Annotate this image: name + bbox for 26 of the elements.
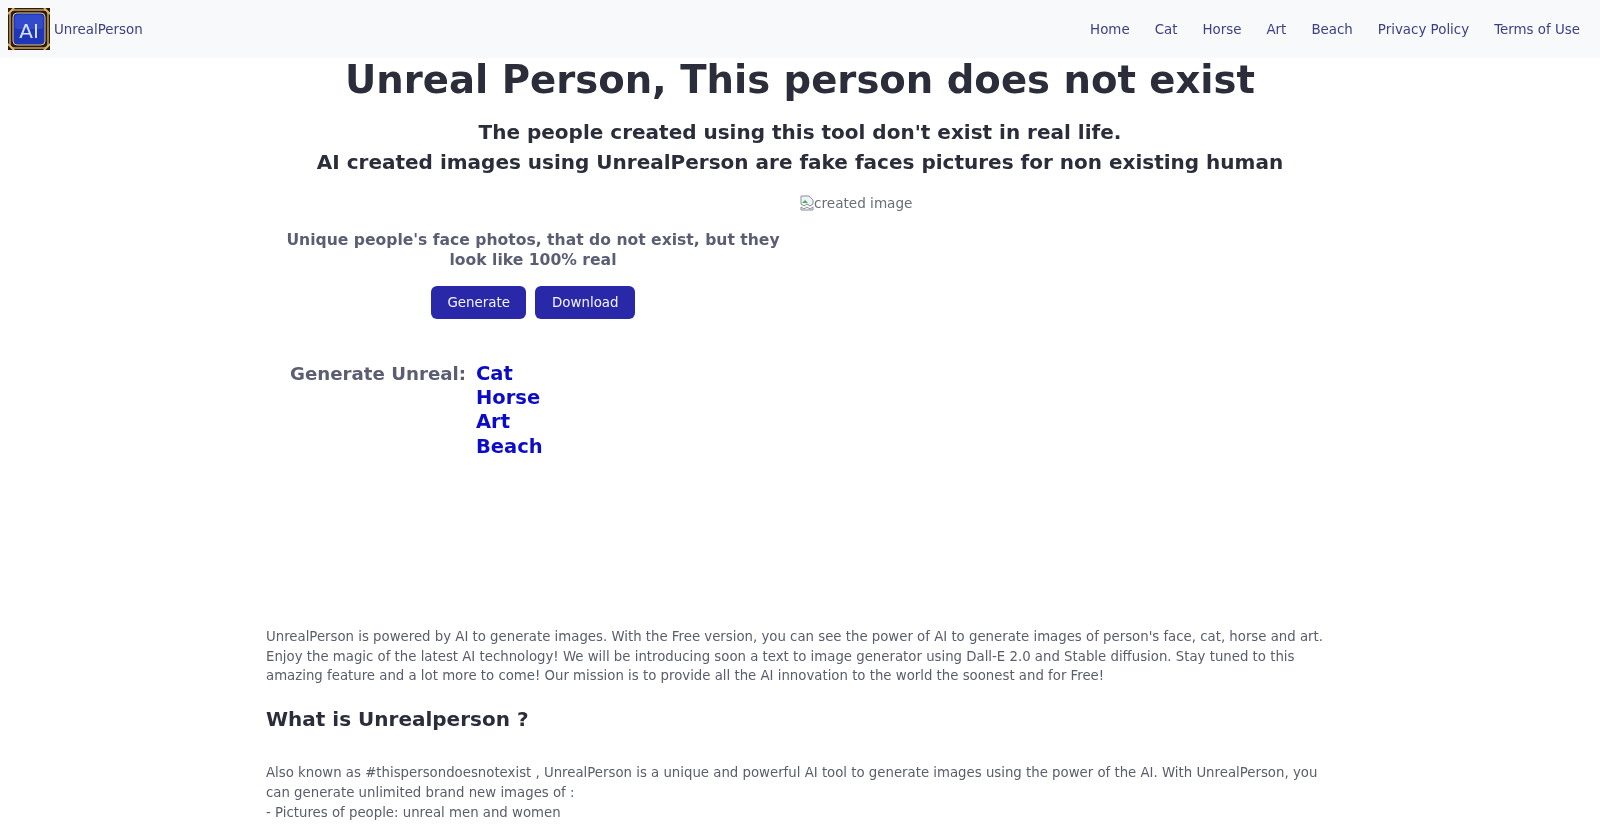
- tagline: Unique people's face photos, that do not exist, but they look like 100% real: [285, 230, 781, 270]
- nav-link[interactable]: Cat: [1142, 17, 1190, 41]
- download-button[interactable]: Download: [535, 286, 636, 319]
- intro-paragraph: Also known as #thispersondoesnotexist , UnrealPerson is a unique and powerful AI tool to generate images using the power of the AI. With UnrealPerson, you can generate unlimited brand new images of :: [266, 764, 1319, 802]
- nav-link[interactable]: Home: [1077, 17, 1143, 41]
- page-title: Unreal Person, This person does not exist: [344, 57, 1256, 103]
- nav-link[interactable]: Beach: [1298, 17, 1366, 41]
- subtitle: The people created using this tool don't exist in real life.: [477, 119, 1123, 146]
- section-heading: What is Unrealperson ?: [266, 707, 530, 732]
- nav-link[interactable]: Art: [1253, 17, 1299, 41]
- nav-link[interactable]: Terms of Use: [1481, 17, 1593, 41]
- generate-button[interactable]: Generate: [430, 286, 527, 319]
- category-link[interactable]: Cat: [476, 362, 513, 387]
- logo-icon[interactable]: AI: [8, 8, 50, 50]
- nav-link[interactable]: Horse: [1189, 17, 1254, 41]
- category-link[interactable]: Art: [476, 410, 511, 435]
- category-link[interactable]: Horse: [476, 386, 541, 411]
- broken-image-icon: [800, 195, 814, 211]
- nav-link[interactable]: Privacy Policy: [1365, 17, 1482, 41]
- about-paragraph: UnrealPerson is powered by AI to generate images. With the Free version, you can see the power of AI to generate images of person's face, cat, horse and art. Enjoy the magic of the latest AI technology! We will be introducing soon a text to image generator using Dall-E 2.0 and Stable diffusion. Stay tuned to this amazing feature and a lot more to come! Our mission is to provide all the AI innovation to the world the soonest and for Free!: [266, 627, 1324, 686]
- category-link[interactable]: Beach: [476, 434, 543, 459]
- generate-unreal-label: Generate Unreal:: [289, 362, 466, 386]
- image-alt-text: created image: [814, 194, 913, 213]
- list-line: - Pictures of people: unreal men and women: [266, 803, 562, 822]
- subtitle: AI created images using UnrealPerson are fake faces pictures for non existing human: [315, 149, 1285, 176]
- brand-link[interactable]: UnrealPerson: [54, 21, 143, 37]
